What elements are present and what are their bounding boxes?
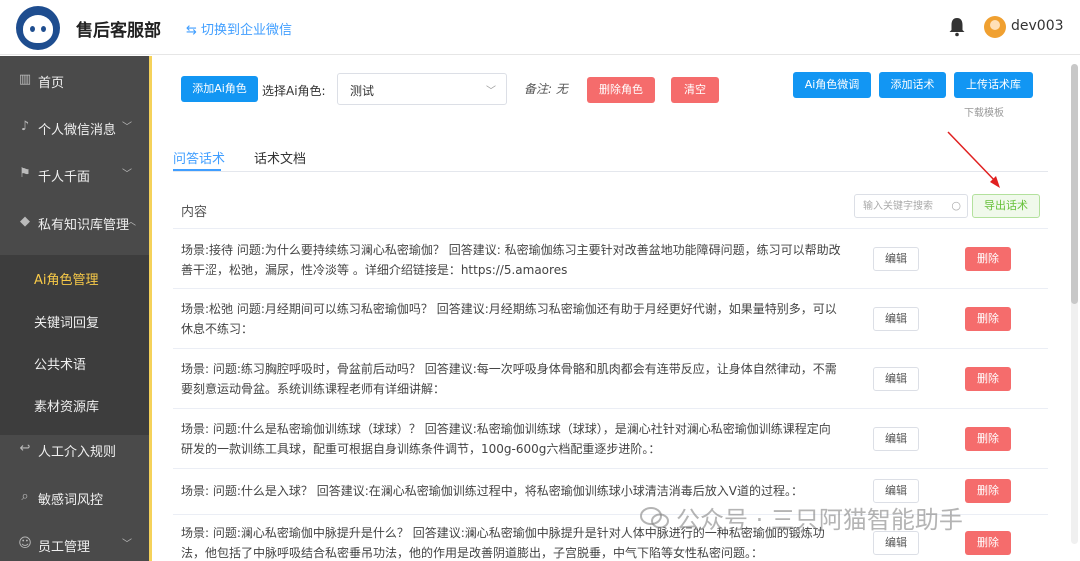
row-content: 场景:接待 问题:为什么要持续练习澜心私密瑜伽？ 回答建议: 私密瑜伽练习主要针… — [181, 243, 841, 277]
chevron-down-icon: ﹀ — [122, 169, 132, 180]
sidebar-item-wechat-messages[interactable]: ♪ 个人微信消息 ﹀ — [0, 104, 152, 150]
download-template-link[interactable]: 下载模板 — [964, 104, 1004, 119]
main-scrollbar[interactable] — [1071, 64, 1078, 544]
sidebar-scrollbar[interactable] — [149, 56, 152, 561]
bell-icon[interactable] — [948, 17, 966, 37]
user-add-icon: ☺ — [18, 536, 32, 551]
chevron-down-icon: ﹀ — [486, 86, 496, 97]
tab-qa-scripts[interactable]: 问答话术 — [173, 148, 225, 167]
top-header: 售后客服部 ⇆ 切换到企业微信 dev003 — [0, 0, 1080, 55]
search-icon: ⌕ — [21, 489, 29, 504]
sidebar-item-manual-intervention[interactable]: ↩ 人工介入规则 — [0, 426, 152, 472]
tab-script-documents[interactable]: 话术文档 — [254, 148, 306, 167]
active-tab-indicator — [173, 169, 221, 171]
chevron-up-icon: ︿ — [126, 217, 136, 228]
table-row: 场景:松弛 问题:月经期间可以练习私密瑜伽吗？ 回答建议:月经期练习私密瑜伽还有… — [173, 289, 1048, 349]
sidebar-item-home[interactable]: ▥ 首页 — [0, 57, 152, 103]
add-ai-role-button[interactable]: 添加Ai角色 — [181, 76, 258, 102]
tag-icon: ◆ — [20, 214, 30, 229]
edit-button[interactable]: 编辑 — [873, 367, 919, 391]
delete-button[interactable]: 删除 — [965, 427, 1011, 451]
tabs-divider — [173, 171, 1048, 172]
table-header: 内容 ○ 导出话术 — [173, 191, 1048, 229]
delete-button[interactable]: 删除 — [965, 367, 1011, 391]
chevron-down-icon: ﹀ — [122, 122, 132, 133]
edit-button[interactable]: 编辑 — [873, 307, 919, 331]
app-logo — [16, 6, 60, 50]
edit-button[interactable]: 编辑 — [873, 427, 919, 451]
upload-script-library-button[interactable]: 上传话术库 — [954, 72, 1033, 98]
delete-button[interactable]: 删除 — [965, 531, 1011, 555]
watermark: 公众号 · 三只阿猫智能助手 — [676, 506, 963, 534]
sidebar: ▥ 首页 ♪ 个人微信消息 ﹀ ⚑ 千人千面 ﹀ ◆ 私有知识库管理 ︿ Ai角… — [0, 56, 152, 561]
search-icon: ○ — [951, 199, 961, 212]
table-row: 场景: 问题:练习胸腔呼吸时，骨盆前后动吗？ 回答建议:每一次呼吸身体骨骼和肌肉… — [173, 349, 1048, 409]
sidebar-item-keyword-reply[interactable]: 关键词回复 — [0, 300, 152, 340]
bell-icon: ♪ — [20, 119, 30, 134]
ai-role-select[interactable]: 测试 ﹀ — [337, 73, 507, 105]
row-content: 场景: 问题:练习胸腔呼吸时，骨盆前后动吗？ 回答建议:每一次呼吸身体骨骼和肌肉… — [181, 362, 837, 396]
bar-chart-icon: ▥ — [18, 72, 32, 87]
sidebar-item-knowledge-base[interactable]: ◆ 私有知识库管理 ︿ — [0, 199, 152, 245]
delete-button[interactable]: 删除 — [965, 307, 1011, 331]
sidebar-item-staff-management[interactable]: ☺ 员工管理 ﹀ — [0, 521, 152, 561]
sidebar-item-ai-role-management[interactable]: Ai角色管理 — [0, 257, 152, 297]
edit-button[interactable]: 编辑 — [873, 247, 919, 271]
delete-button[interactable]: 删除 — [965, 479, 1011, 503]
annotation-arrow-icon — [947, 131, 1000, 188]
search-input[interactable] — [863, 195, 951, 217]
table-row: 场景:接待 问题:为什么要持续练习澜心私密瑜伽？ 回答建议: 私密瑜伽练习主要针… — [173, 230, 1048, 289]
avatar[interactable] — [984, 16, 1006, 38]
reply-icon: ↩ — [19, 441, 31, 456]
row-content: 场景: 问题:什么是入球？ 回答建议:在澜心私密瑜伽训练过程中，将私密瑜伽训练球… — [181, 484, 803, 498]
knowledge-base-submenu: Ai角色管理 关键词回复 公共术语 素材资源库 — [0, 255, 152, 435]
column-header-content: 内容 — [181, 205, 208, 220]
row-content: 场景: 问题:什么是私密瑜伽训练球（球球）？ 回答建议:私密瑜伽训练球（球球），… — [181, 422, 831, 456]
sidebar-item-personalization[interactable]: ⚑ 千人千面 ﹀ — [0, 151, 152, 197]
ai-role-finetune-button[interactable]: Ai角色微调 — [793, 72, 871, 98]
wechat-icon — [640, 507, 669, 529]
row-content: 场景:松弛 问题:月经期间可以练习私密瑜伽吗？ 回答建议:月经期练习私密瑜伽还有… — [181, 302, 837, 336]
sidebar-item-sensitive-words[interactable]: ⌕ 敏感词风控 — [0, 474, 152, 520]
username[interactable]: dev003 — [1011, 18, 1064, 34]
delete-role-button[interactable]: 删除角色 — [587, 77, 655, 103]
clear-button[interactable]: 清空 — [671, 77, 719, 103]
scrollbar-thumb[interactable] — [1071, 64, 1078, 304]
sidebar-item-material-library[interactable]: 素材资源库 — [0, 384, 152, 424]
app-title: 售后客服部 — [76, 21, 161, 41]
remark-text: 备注: 无 — [524, 82, 568, 96]
add-script-button[interactable]: 添加话术 — [879, 72, 946, 98]
table-row: 场景: 问题:什么是私密瑜伽训练球（球球）？ 回答建议:私密瑜伽训练球（球球），… — [173, 409, 1048, 469]
sidebar-item-public-terms[interactable]: 公共术语 — [0, 342, 152, 382]
flag-icon: ⚑ — [19, 166, 31, 181]
chevron-down-icon: ﹀ — [122, 539, 132, 550]
delete-button[interactable]: 删除 — [965, 247, 1011, 271]
select-role-label: 选择Ai角色: — [262, 84, 326, 98]
switch-to-wecom-link[interactable]: ⇆ 切换到企业微信 — [186, 19, 292, 38]
